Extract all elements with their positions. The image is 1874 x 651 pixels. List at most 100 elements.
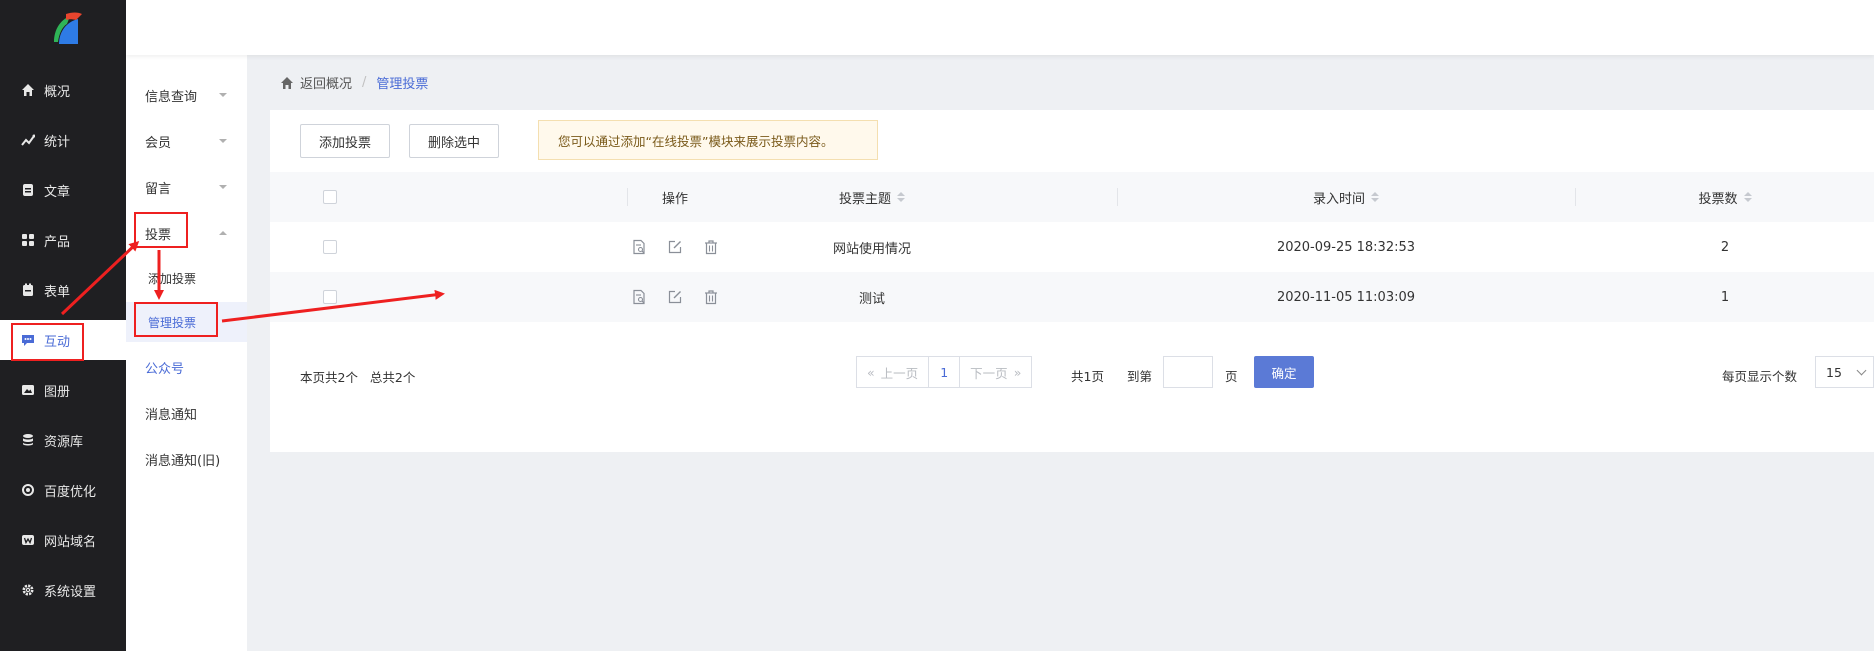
home-icon bbox=[281, 76, 293, 89]
row-checkbox-cell bbox=[320, 222, 340, 272]
per-page-label: 每页显示个数 bbox=[1722, 369, 1798, 384]
page-unit-label: 页 bbox=[1225, 369, 1238, 384]
breadcrumb-separator: / bbox=[362, 75, 367, 90]
chevron-down-icon bbox=[219, 93, 227, 97]
home-icon bbox=[20, 82, 36, 98]
sort-icon[interactable] bbox=[1371, 192, 1379, 202]
breadcrumb-back-link[interactable]: 返回概况 bbox=[300, 73, 352, 92]
submenu-label: 公众号 bbox=[145, 361, 185, 377]
nav-item-forms[interactable]: 表单 bbox=[0, 270, 126, 310]
submenu-label: 消息通知(旧) bbox=[145, 453, 221, 469]
total-pages-text: 共1页 bbox=[1071, 369, 1104, 384]
nav-item-label: 百度优化 bbox=[44, 484, 97, 500]
delete-selected-button[interactable]: 删除选中 bbox=[409, 124, 499, 158]
nav-item-domain[interactable]: 网站域名 bbox=[0, 520, 126, 560]
page-number-button[interactable]: 1 bbox=[928, 357, 961, 387]
nav-item-articles[interactable]: 文章 bbox=[0, 170, 126, 210]
next-page-label: 下一页 bbox=[970, 365, 1008, 381]
goto-page-input[interactable] bbox=[1163, 356, 1213, 388]
submenu-label: 留言 bbox=[145, 181, 172, 197]
nav-item-label: 产品 bbox=[44, 234, 71, 250]
confirm-button[interactable]: 确定 bbox=[1254, 356, 1314, 388]
prev-page-button[interactable]: « 上一页 bbox=[857, 357, 928, 387]
submenu-members[interactable]: 会员 bbox=[126, 121, 247, 161]
submenu-label: 消息通知 bbox=[145, 407, 198, 423]
nav-item-statistics[interactable]: 统计 bbox=[0, 120, 126, 160]
row-checkbox-cell bbox=[320, 272, 340, 322]
article-icon bbox=[20, 182, 36, 198]
nav-item-label: 资源库 bbox=[44, 434, 84, 450]
total-count-text: 总共2个 bbox=[369, 370, 416, 385]
nav-item-label: 网站域名 bbox=[44, 534, 97, 550]
seo-icon bbox=[20, 482, 36, 498]
nav-item-settings[interactable]: 系统设置 bbox=[0, 570, 126, 610]
submenu-official-account[interactable]: 公众号 bbox=[126, 347, 247, 387]
table-row: 测试 2020-11-05 11:03:09 1 bbox=[270, 272, 1874, 322]
table-row: 网站使用情况 2020-09-25 18:32:53 2 bbox=[270, 222, 1874, 272]
nav-item-label: 表单 bbox=[44, 284, 71, 300]
prev-page-label: 上一页 bbox=[880, 365, 919, 381]
submenu-label: 添加投票 bbox=[148, 271, 197, 286]
chevron-up-icon bbox=[219, 231, 227, 235]
nav-item-label: 统计 bbox=[44, 134, 71, 150]
nav-item-resources[interactable]: 资源库 bbox=[0, 420, 126, 460]
annotation-box-interaction bbox=[11, 323, 84, 361]
per-page-select[interactable]: 15 bbox=[1815, 356, 1874, 388]
row-checkbox[interactable] bbox=[323, 240, 337, 254]
table-header: 操作 投票主题 录入时间 投票数 bbox=[270, 172, 1874, 222]
nav-item-overview[interactable]: 概况 bbox=[0, 70, 126, 110]
nav-item-album[interactable]: 图册 bbox=[0, 370, 126, 410]
top-header bbox=[126, 0, 1874, 55]
breadcrumb-current: 管理投票 bbox=[376, 77, 429, 92]
next-page-button[interactable]: 下一页 » bbox=[960, 357, 1031, 387]
row-topic: 网站使用情况 bbox=[832, 241, 911, 257]
header-time[interactable]: 录入时间 bbox=[1118, 172, 1574, 222]
chart-icon bbox=[20, 132, 36, 148]
header-time-label: 录入时间 bbox=[1312, 191, 1365, 207]
submenu-notifications[interactable]: 消息通知 bbox=[126, 393, 247, 433]
nav-item-products[interactable]: 产品 bbox=[0, 220, 126, 260]
double-chevron-right-icon: » bbox=[1013, 364, 1022, 380]
submenu-label: 会员 bbox=[145, 135, 172, 151]
header-topic-label: 投票主题 bbox=[838, 191, 891, 207]
goto-label: 到第 bbox=[1127, 369, 1153, 384]
nav-item-label: 文章 bbox=[44, 184, 71, 200]
annotation-box-vote bbox=[134, 212, 188, 248]
submenu-info-query[interactable]: 信息查询 bbox=[126, 75, 247, 115]
select-all-checkbox[interactable] bbox=[323, 190, 337, 204]
header-count[interactable]: 投票数 bbox=[1576, 172, 1874, 222]
submenu-label: 信息查询 bbox=[145, 89, 198, 105]
sort-icon[interactable] bbox=[897, 192, 905, 202]
nav-item-seo[interactable]: 百度优化 bbox=[0, 470, 126, 510]
form-icon bbox=[20, 282, 36, 298]
select-all-checkbox-cell bbox=[320, 172, 340, 222]
grid-icon bbox=[20, 232, 36, 248]
nav-item-label: 系统设置 bbox=[44, 584, 97, 600]
row-topic: 测试 bbox=[858, 291, 885, 307]
page-count-text: 本页共2个 bbox=[300, 370, 358, 385]
breadcrumb: 返回概况 / 管理投票 bbox=[280, 73, 428, 92]
row-time: 2020-09-25 18:32:53 bbox=[1276, 239, 1416, 255]
row-count: 1 bbox=[1720, 289, 1730, 305]
database-icon bbox=[20, 432, 36, 448]
domain-icon bbox=[20, 532, 36, 548]
submenu-notifications-old[interactable]: 消息通知(旧) bbox=[126, 439, 247, 479]
pagination: « 上一页 1 下一页 » bbox=[856, 356, 1033, 388]
chevron-down-icon bbox=[1856, 365, 1867, 376]
add-vote-button[interactable]: 添加投票 bbox=[300, 124, 390, 158]
row-time: 2020-11-05 11:03:09 bbox=[1276, 289, 1416, 305]
per-page-value: 15 bbox=[1826, 364, 1842, 380]
brand-logo bbox=[54, 12, 82, 44]
nav-item-label: 概况 bbox=[44, 84, 71, 100]
row-count: 2 bbox=[1720, 239, 1730, 255]
submenu-messages[interactable]: 留言 bbox=[126, 167, 247, 207]
annotation-box-manage-vote bbox=[134, 302, 218, 337]
submenu-add-vote[interactable]: 添加投票 bbox=[126, 258, 247, 298]
row-checkbox[interactable] bbox=[323, 290, 337, 304]
header-topic[interactable]: 投票主题 bbox=[628, 172, 1116, 222]
chevron-down-icon bbox=[219, 139, 227, 143]
chevron-down-icon bbox=[219, 185, 227, 189]
sort-icon[interactable] bbox=[1743, 192, 1752, 202]
info-tip: 您可以通过添加“在线投票”模块来展示投票内容。 bbox=[538, 120, 878, 160]
vote-list-card: 添加投票 删除选中 您可以通过添加“在线投票”模块来展示投票内容。 操作 投票主… bbox=[270, 110, 1874, 452]
